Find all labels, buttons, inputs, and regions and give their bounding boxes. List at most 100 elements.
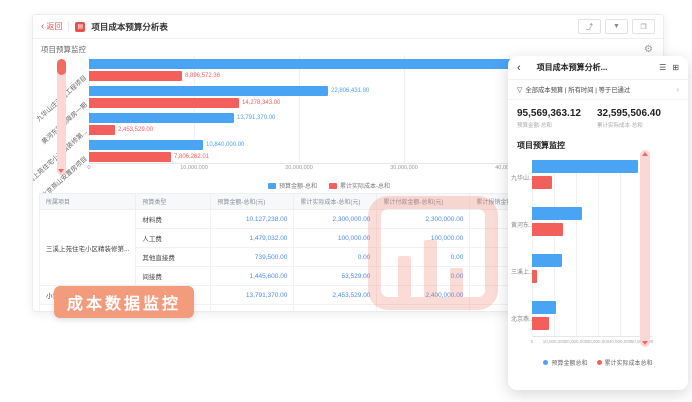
gridline: [404, 55, 405, 163]
value-cell[interactable]: 2,400,000.00: [377, 286, 470, 305]
back-button[interactable]: ‹ 返回: [41, 21, 62, 32]
bar-累计实际成本-总和[interactable]: [89, 98, 239, 108]
bar-value-label: 13,791,370.00: [237, 115, 275, 122]
bar-预算金额总和[interactable]: [532, 301, 556, 314]
bar-预算金额-总和[interactable]: [89, 113, 234, 123]
section-row: 项目预算监控 ⚙: [33, 39, 663, 55]
value-cell[interactable]: 2,300,000.00: [377, 210, 470, 229]
back-chevron-icon: ‹: [41, 23, 44, 31]
legend-swatch: [268, 183, 276, 189]
bar-累计实际成本-总和[interactable]: [89, 152, 171, 162]
filter-icon: ▼: [613, 23, 620, 30]
value-cell[interactable]: 0.00: [294, 248, 377, 267]
bar-预算金额-总和[interactable]: [89, 86, 328, 96]
bar-累计实际成本总和[interactable]: [532, 317, 549, 330]
display-mode-button[interactable]: ❐: [632, 19, 655, 34]
display-icon: ❐: [640, 23, 646, 31]
x-axis-tick-label: 0: [531, 339, 534, 344]
chart-legend: 预算金额-总和 累计实际成本-总和: [89, 181, 569, 190]
bar-value-label: 10,840,000.00: [206, 142, 244, 149]
legend-swatch: [543, 360, 548, 365]
x-axis-tick-label: 10,000,000: [180, 165, 208, 171]
stat-actual-cost-total: 32,595,506.40 累计实际成本·总和: [597, 108, 661, 129]
panel-back-icon[interactable]: ‹: [517, 63, 521, 73]
value-cell[interactable]: 0.00: [377, 248, 470, 267]
bar-累计实际成本-总和[interactable]: [89, 71, 182, 81]
budget-type-cell: 人工费: [136, 229, 211, 248]
scrollbar-up-arrow-icon[interactable]: [642, 152, 648, 156]
bar-累计实际成本-总和[interactable]: [89, 125, 115, 135]
toolbar: ⤴ ▼ ❐: [578, 19, 655, 34]
value-cell[interactable]: 100,000.00: [294, 229, 377, 248]
bar-累计实际成本总和[interactable]: [532, 270, 537, 283]
legend-label: 预算金额-总和: [279, 181, 317, 190]
funnel-icon: ▽: [517, 86, 522, 94]
titlebar: ‹ 返回 ▤ 项目成本预算分析表 ⤴ ▼ ❐: [33, 15, 663, 39]
value-cell[interactable]: 2,453,529.00: [294, 286, 377, 305]
scrollbar-thumb[interactable]: [57, 59, 66, 75]
x-axis-tick-label: 10,000,000: [543, 339, 566, 344]
table-header-cell: 所属项目: [40, 194, 136, 210]
chart-vertical-scrollbar[interactable]: [57, 59, 66, 175]
stat-label: 累计实际成本·总和: [597, 121, 661, 129]
x-axis-tick-label: 20,000,000: [565, 339, 588, 344]
value-cell[interactable]: 53,529.00: [294, 267, 377, 286]
value-cell[interactable]: 13,791,370.00: [211, 286, 294, 305]
bar-预算金额总和[interactable]: [532, 160, 638, 173]
legend-swatch: [597, 360, 602, 365]
gridline: [598, 160, 599, 336]
stat-value: 32,595,506.40: [597, 108, 661, 119]
gridline: [620, 160, 621, 336]
value-cell[interactable]: 2,300,000.00: [294, 210, 377, 229]
legend-label: 预算金额总和: [551, 358, 587, 367]
titlebar-divider: [68, 21, 69, 32]
value-cell[interactable]: 5,019,004.01: [294, 305, 377, 313]
x-axis-tick-label: 30,000,000: [587, 339, 610, 344]
legend-item[interactable]: 预算金额总和: [543, 358, 587, 367]
report-doc-icon: ▤: [75, 22, 85, 32]
panel-chart-scrollbar[interactable]: [640, 150, 650, 347]
table-view-icon[interactable]: ⊞: [672, 63, 679, 72]
filter-button[interactable]: ▼: [605, 19, 628, 34]
table-header-cell: 累计付款金额-总和(元): [377, 194, 470, 210]
bar-预算金额-总和[interactable]: [89, 140, 203, 150]
bar-累计实际成本总和[interactable]: [532, 223, 563, 236]
value-cell[interactable]: 1,479,032.00: [211, 229, 294, 248]
project-cell: 三溪上苑住宅小区精装修第...: [40, 210, 136, 286]
export-icon: ⤴: [586, 22, 593, 32]
chevron-right-icon: ›: [676, 85, 679, 94]
panel-header-icons: ☰ ⊞: [659, 63, 679, 72]
value-cell[interactable]: 10,127,238.00: [211, 210, 294, 229]
legend-item[interactable]: 预算金额-总和: [268, 181, 317, 190]
back-label: 返回: [46, 21, 62, 32]
panel-filter-bar[interactable]: ▽ 全部成本预算 | 所有时间 | 等于已通过 ›: [508, 80, 688, 100]
value-cell[interactable]: 100,000.00: [377, 229, 470, 248]
panel-header: ‹ 项目成本预算分析... ☰ ⊞: [508, 56, 688, 80]
scrollbar-down-arrow-icon[interactable]: [642, 341, 648, 345]
export-button[interactable]: ⤴: [578, 19, 601, 34]
gridline: [299, 55, 300, 163]
value-cell[interactable]: 0.00: [377, 267, 470, 286]
list-view-icon[interactable]: ☰: [659, 63, 666, 72]
budget-type-cell: 材料费: [136, 210, 211, 229]
bar-value-label: 14,278,343.00: [242, 100, 280, 107]
bar-累计实际成本总和[interactable]: [532, 176, 552, 189]
bar-预算金额总和[interactable]: [532, 207, 582, 220]
value-cell[interactable]: 5,019,004.01: [377, 305, 470, 313]
budget-type-cell: 其他直接费: [136, 248, 211, 267]
value-cell[interactable]: 1,445,600.00: [211, 267, 294, 286]
bar-value-label: 7,806,262.01: [174, 154, 209, 161]
table-header-cell: 预算类型: [136, 194, 211, 210]
bar-预算金额总和[interactable]: [532, 254, 562, 267]
value-cell[interactable]: 7,240,000.00: [211, 305, 294, 313]
legend-item[interactable]: 累计实际成本总和: [597, 358, 653, 367]
value-cell[interactable]: 739,500.00: [211, 248, 294, 267]
scrollbar-down-arrow-icon[interactable]: [58, 169, 64, 173]
x-axis-tick-label: 20,000,000: [285, 165, 313, 171]
legend-item[interactable]: 累计实际成本-总和: [329, 181, 390, 190]
legend-label: 累计实际成本-总和: [340, 181, 390, 190]
stat-label: 预算金额·总和: [517, 121, 581, 129]
stat-budget-total: 95,569,363.12 预算金额·总和: [517, 108, 581, 129]
settings-gear-icon[interactable]: ⚙: [644, 45, 653, 55]
panel-title: 项目成本预算分析...: [537, 62, 608, 73]
